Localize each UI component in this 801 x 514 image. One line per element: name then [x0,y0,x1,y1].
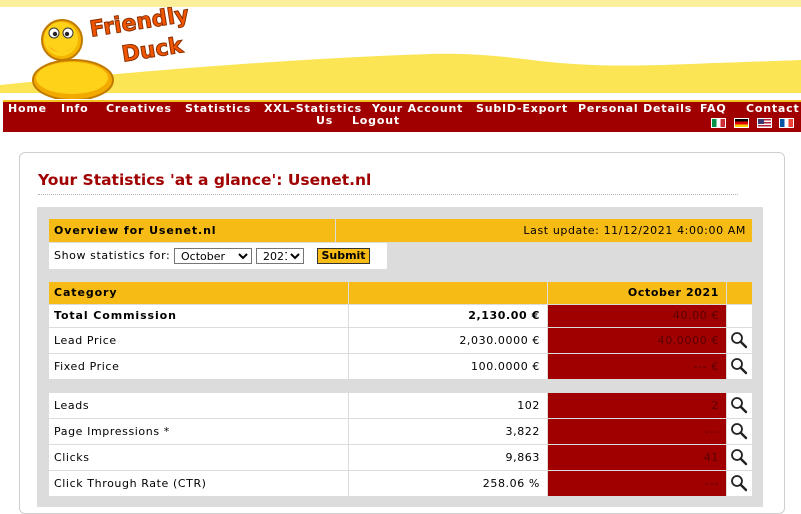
row-label: Lead Price [49,328,348,353]
total-header [349,282,547,304]
nav-subid-export[interactable]: SubID-Export [476,103,568,115]
nav-logout[interactable]: Logout [352,115,400,127]
row-period-value: --- [548,419,726,444]
row-total: 3,822 [349,419,547,444]
row-icon-cell [727,305,752,327]
france-flag-icon[interactable] [779,118,794,128]
row-period-value: --- € [548,354,726,379]
nav-creatives[interactable]: Creatives [106,103,172,115]
magnifier-icon[interactable] [730,396,748,414]
nav-info[interactable]: Info [61,103,88,115]
nav-home[interactable]: Home [8,103,47,115]
nav-contact[interactable]: Contact [746,103,800,115]
nav-statistics[interactable]: Statistics [185,103,251,115]
row-period-value: --- [548,471,726,496]
submit-button[interactable]: Submit [317,248,370,264]
magnifier-icon[interactable] [730,448,748,466]
nav-contact-us[interactable]: Us [316,115,333,127]
last-update: Last update: 11/12/2021 4:00:00 AM [336,219,752,242]
magnifier-icon[interactable] [730,474,748,492]
page-title: Your Statistics 'at a glance': Usenet.nl [38,171,372,189]
italy-flag-icon[interactable] [711,118,726,128]
row-label: Clicks [49,445,348,470]
row-label: Total Commission [49,305,348,327]
show-stats-label: Show statistics for: [54,249,171,262]
nav-faq[interactable]: FAQ [700,103,727,115]
top-strip [0,0,801,7]
germany-flag-icon[interactable] [734,118,749,128]
site-header: Friendly Duck [0,7,801,99]
row-total: 9,863 [349,445,547,470]
row-period-value: 2 [548,393,726,418]
period-header: October 2021 [548,282,726,304]
magnifier-icon[interactable] [730,357,748,375]
row-total: 102 [349,393,547,418]
icon-header [727,282,752,304]
magnifier-icon[interactable] [730,331,748,349]
row-label: Fixed Price [49,354,348,379]
nav-personal-details[interactable]: Personal Details [578,103,692,115]
row-total: 100.0000 € [349,354,547,379]
row-label: Page Impressions * [49,419,348,444]
row-total: 258.06 % [349,471,547,496]
row-label: Click Through Rate (CTR) [49,471,348,496]
friendly-duck-logo[interactable]: Friendly Duck [28,7,191,99]
year-select[interactable]: 2021 [256,248,304,264]
title-divider [38,194,738,195]
usa-flag-icon[interactable] [757,118,772,128]
row-period-value: 40.0000 € [548,328,726,353]
magnifier-icon[interactable] [730,422,748,440]
row-total: 2,030.0000 € [349,328,547,353]
category-header: Category [49,282,348,304]
row-total: 2,130.00 € [349,305,547,327]
row-label: Leads [49,393,348,418]
nav-xxl-statistics[interactable]: XXL-Statistics [264,103,362,115]
row-period-value: 41 [548,445,726,470]
overview-title: Overview for Usenet.nl [49,219,335,242]
row-period-value: 40.00 € [548,305,726,327]
month-select[interactable]: October [174,248,252,264]
